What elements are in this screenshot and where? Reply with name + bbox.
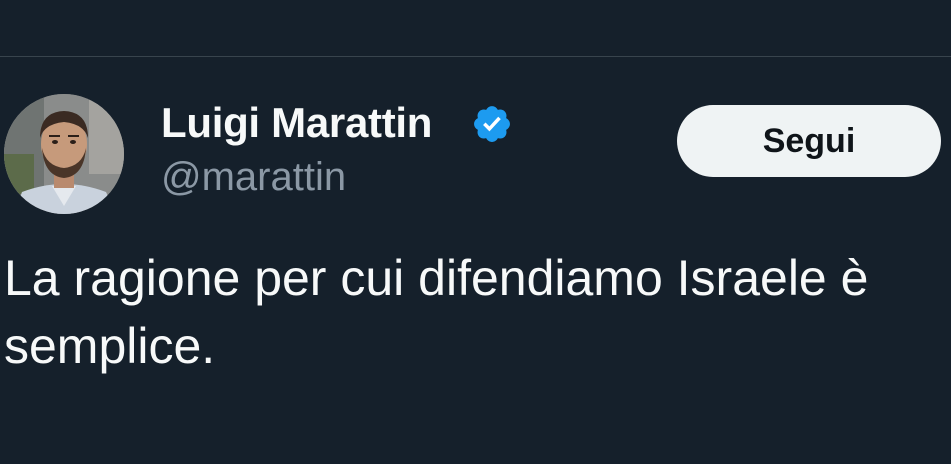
verified-badge-icon [474, 106, 510, 142]
author-display-name[interactable]: Luigi Marattin [161, 98, 432, 148]
author-avatar[interactable] [4, 94, 124, 214]
avatar-photo-icon [4, 94, 124, 214]
tweet-text-line: semplice. [4, 318, 216, 374]
top-divider [0, 56, 951, 57]
tweet-text: La ragione per cui difendiamo Israele è … [4, 244, 951, 380]
tweet-text-line: La ragione per cui difendiamo Israele è [4, 250, 869, 306]
follow-button[interactable]: Segui [677, 105, 941, 177]
author-handle[interactable]: @marattin [161, 153, 346, 201]
